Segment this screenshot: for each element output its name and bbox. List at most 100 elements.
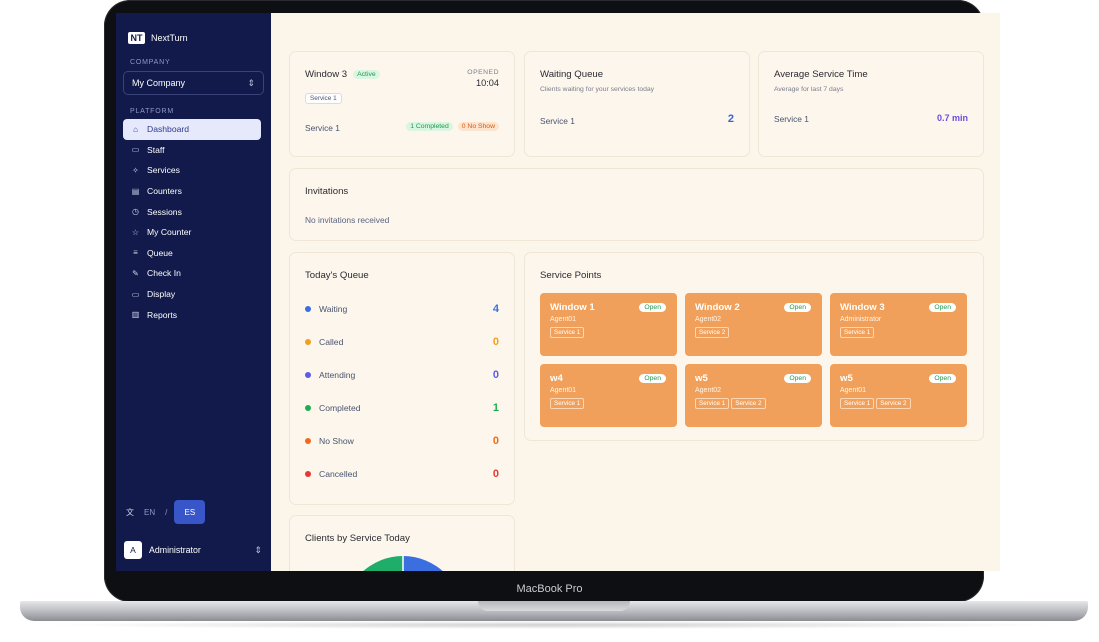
service-point-card[interactable]: Window 2 Agent02 Open Service 2 [685, 293, 822, 356]
chevron-updown-icon: ⇕ [254, 544, 262, 555]
window-service-name: Service 1 [305, 123, 340, 133]
service-point-card[interactable]: w5 Agent01 Open Service 1 Service 2 [830, 364, 967, 427]
service-point-agent: Agent02 [695, 387, 722, 394]
sidebar-item-staff[interactable]: ▭ Staff [123, 140, 261, 161]
avg-service-card: Average Service Time Average for last 7 … [758, 51, 984, 157]
service-point-service-tag: Service 2 [876, 398, 911, 409]
company-select[interactable]: My Company ⇕ [123, 71, 264, 95]
queue-row-attending: Attending 0 [305, 369, 499, 381]
sidebar-item-label: Sessions [147, 206, 182, 217]
lang-en-button[interactable]: EN [141, 508, 158, 517]
queue-row-label: No Show [319, 436, 354, 446]
invitations-title: Invitations [305, 186, 349, 197]
waiting-queue-card: Waiting Queue Clients waiting for your s… [524, 51, 750, 157]
sidebar-item-counters[interactable]: ▤ Counters [123, 181, 261, 202]
queue-row-label: Attending [319, 370, 356, 380]
service-point-status-badge: Open [784, 374, 811, 383]
service-points-card: Service Points Window 1 Agent01 Open Ser… [524, 252, 984, 441]
brand-name: NextTurn [151, 32, 188, 43]
device-label: MacBook Pro [516, 583, 583, 595]
queue-row-no-show: No Show 0 [305, 435, 499, 447]
status-dot [305, 372, 311, 378]
sidebar-item-services[interactable]: ✧ Services [123, 160, 261, 181]
service-point-service-tag: Service 1 [840, 398, 875, 409]
service-point-card[interactable]: Window 1 Agent01 Open Service 1 [540, 293, 677, 356]
lang-separator: / [165, 507, 168, 517]
sidebar-item-my-counter[interactable]: ☆ My Counter [123, 222, 261, 243]
window-title: Window 3 [305, 69, 348, 80]
window-status-badge: Active [353, 70, 380, 79]
service-point-status-badge: Open [639, 303, 666, 312]
sidebar-item-check-in[interactable]: ✎ Check In [123, 263, 261, 284]
status-dot [305, 339, 311, 345]
queue-row-label: Completed [319, 403, 361, 413]
pie-slice-green [363, 556, 403, 571]
company-section-label: COMPANY [130, 59, 171, 66]
window-service-tag: Service 1 [305, 93, 342, 104]
id-card-icon: ▭ [131, 145, 140, 155]
service-point-service-tag: Service 1 [550, 398, 585, 409]
brand[interactable]: NT NextTurn [116, 13, 271, 49]
sidebar-item-label: Display [147, 289, 176, 300]
sidebar-item-reports[interactable]: ▥ Reports [123, 304, 261, 325]
service-point-agent: Agent01 [550, 387, 577, 394]
counter-icon: ▤ [131, 186, 140, 196]
status-dot [305, 306, 311, 312]
avg-service-service: Service 1 [774, 114, 809, 124]
sidebar-item-dashboard[interactable]: ⌂ Dashboard [123, 119, 261, 140]
chevron-updown-icon: ⇕ [247, 77, 255, 88]
home-icon: ⌂ [133, 124, 138, 134]
service-point-card[interactable]: w5 Agent02 Open Service 1 Service 2 [685, 364, 822, 427]
queue-row-waiting: Waiting 4 [305, 303, 499, 315]
sidebar-item-sessions[interactable]: ◷ Sessions [123, 201, 261, 222]
sidebar-item-label: Staff [147, 144, 165, 155]
company-select-value: My Company [132, 78, 186, 88]
clock-icon: ◷ [132, 207, 139, 217]
todays-queue-card: Today's Queue Waiting 4 Called 0 Attendi… [289, 252, 515, 505]
laptop-mockup: MacBook Pro NT NextTurn COMPANY My Compa… [0, 0, 1099, 642]
window-card: Window 3 Active Service 1 OPENED 10:04 S… [289, 51, 515, 157]
opened-time: 10:04 [476, 78, 499, 88]
queue-row-called: Called 0 [305, 336, 499, 348]
sidebar-item-display[interactable]: ▭ Display [123, 284, 261, 305]
avatar: A [124, 541, 142, 559]
queue-row-label: Called [319, 337, 344, 347]
waiting-queue-service: Service 1 [540, 116, 575, 126]
invitations-card: Invitations No invitations received [289, 168, 984, 241]
service-point-status-badge: Open [929, 374, 956, 383]
todays-queue-title: Today's Queue [305, 270, 369, 281]
sidebar-item-label: Check In [147, 268, 181, 279]
service-point-agent: Administrator [840, 316, 882, 323]
lang-es-button[interactable]: ES [174, 500, 206, 524]
platform-section-label: PLATFORM [130, 108, 174, 115]
laptop-shadow [40, 621, 1068, 629]
language-switcher: 文 EN / ES [126, 500, 206, 524]
edit-icon: ✎ [132, 268, 139, 278]
service-point-card[interactable]: Window 3 Administrator Open Service 1 [830, 293, 967, 356]
sidebar: NT NextTurn COMPANY My Company ⇕ PLATFOR… [116, 13, 271, 571]
sidebar-nav: ⌂ Dashboard ▭ Staff ✧ Services ▤ Counter… [116, 119, 271, 325]
clients-by-service-card: Clients by Service Today [289, 515, 515, 571]
sidebar-item-label: My Counter [147, 227, 192, 238]
queue-row-label: Waiting [319, 304, 348, 314]
service-point-status-badge: Open [784, 303, 811, 312]
dashboard-main: Window 3 Active Service 1 OPENED 10:04 S… [271, 13, 1000, 571]
service-point-card[interactable]: w4 Agent01 Open Service 1 [540, 364, 677, 427]
status-dot [305, 471, 311, 477]
brand-logo: NT [128, 31, 145, 44]
queue-row-value: 0 [492, 369, 499, 381]
waiting-queue-value: 2 [727, 113, 734, 125]
queue-row-value: 0 [492, 468, 499, 480]
service-point-agent: Agent02 [695, 316, 722, 323]
status-dot [305, 405, 311, 411]
avg-service-value: 0.7 min [936, 113, 968, 123]
sidebar-item-queue[interactable]: ≡ Queue [123, 243, 261, 264]
queue-row-label: Cancelled [319, 469, 358, 479]
status-dot [305, 438, 311, 444]
service-point-status-badge: Open [639, 374, 666, 383]
sidebar-item-label: Services [147, 165, 180, 176]
opened-label: OPENED [467, 69, 499, 76]
sidebar-item-label: Counters [147, 186, 182, 197]
translate-icon: 文 [126, 507, 134, 517]
user-menu[interactable]: A Administrator ⇕ [124, 538, 262, 562]
